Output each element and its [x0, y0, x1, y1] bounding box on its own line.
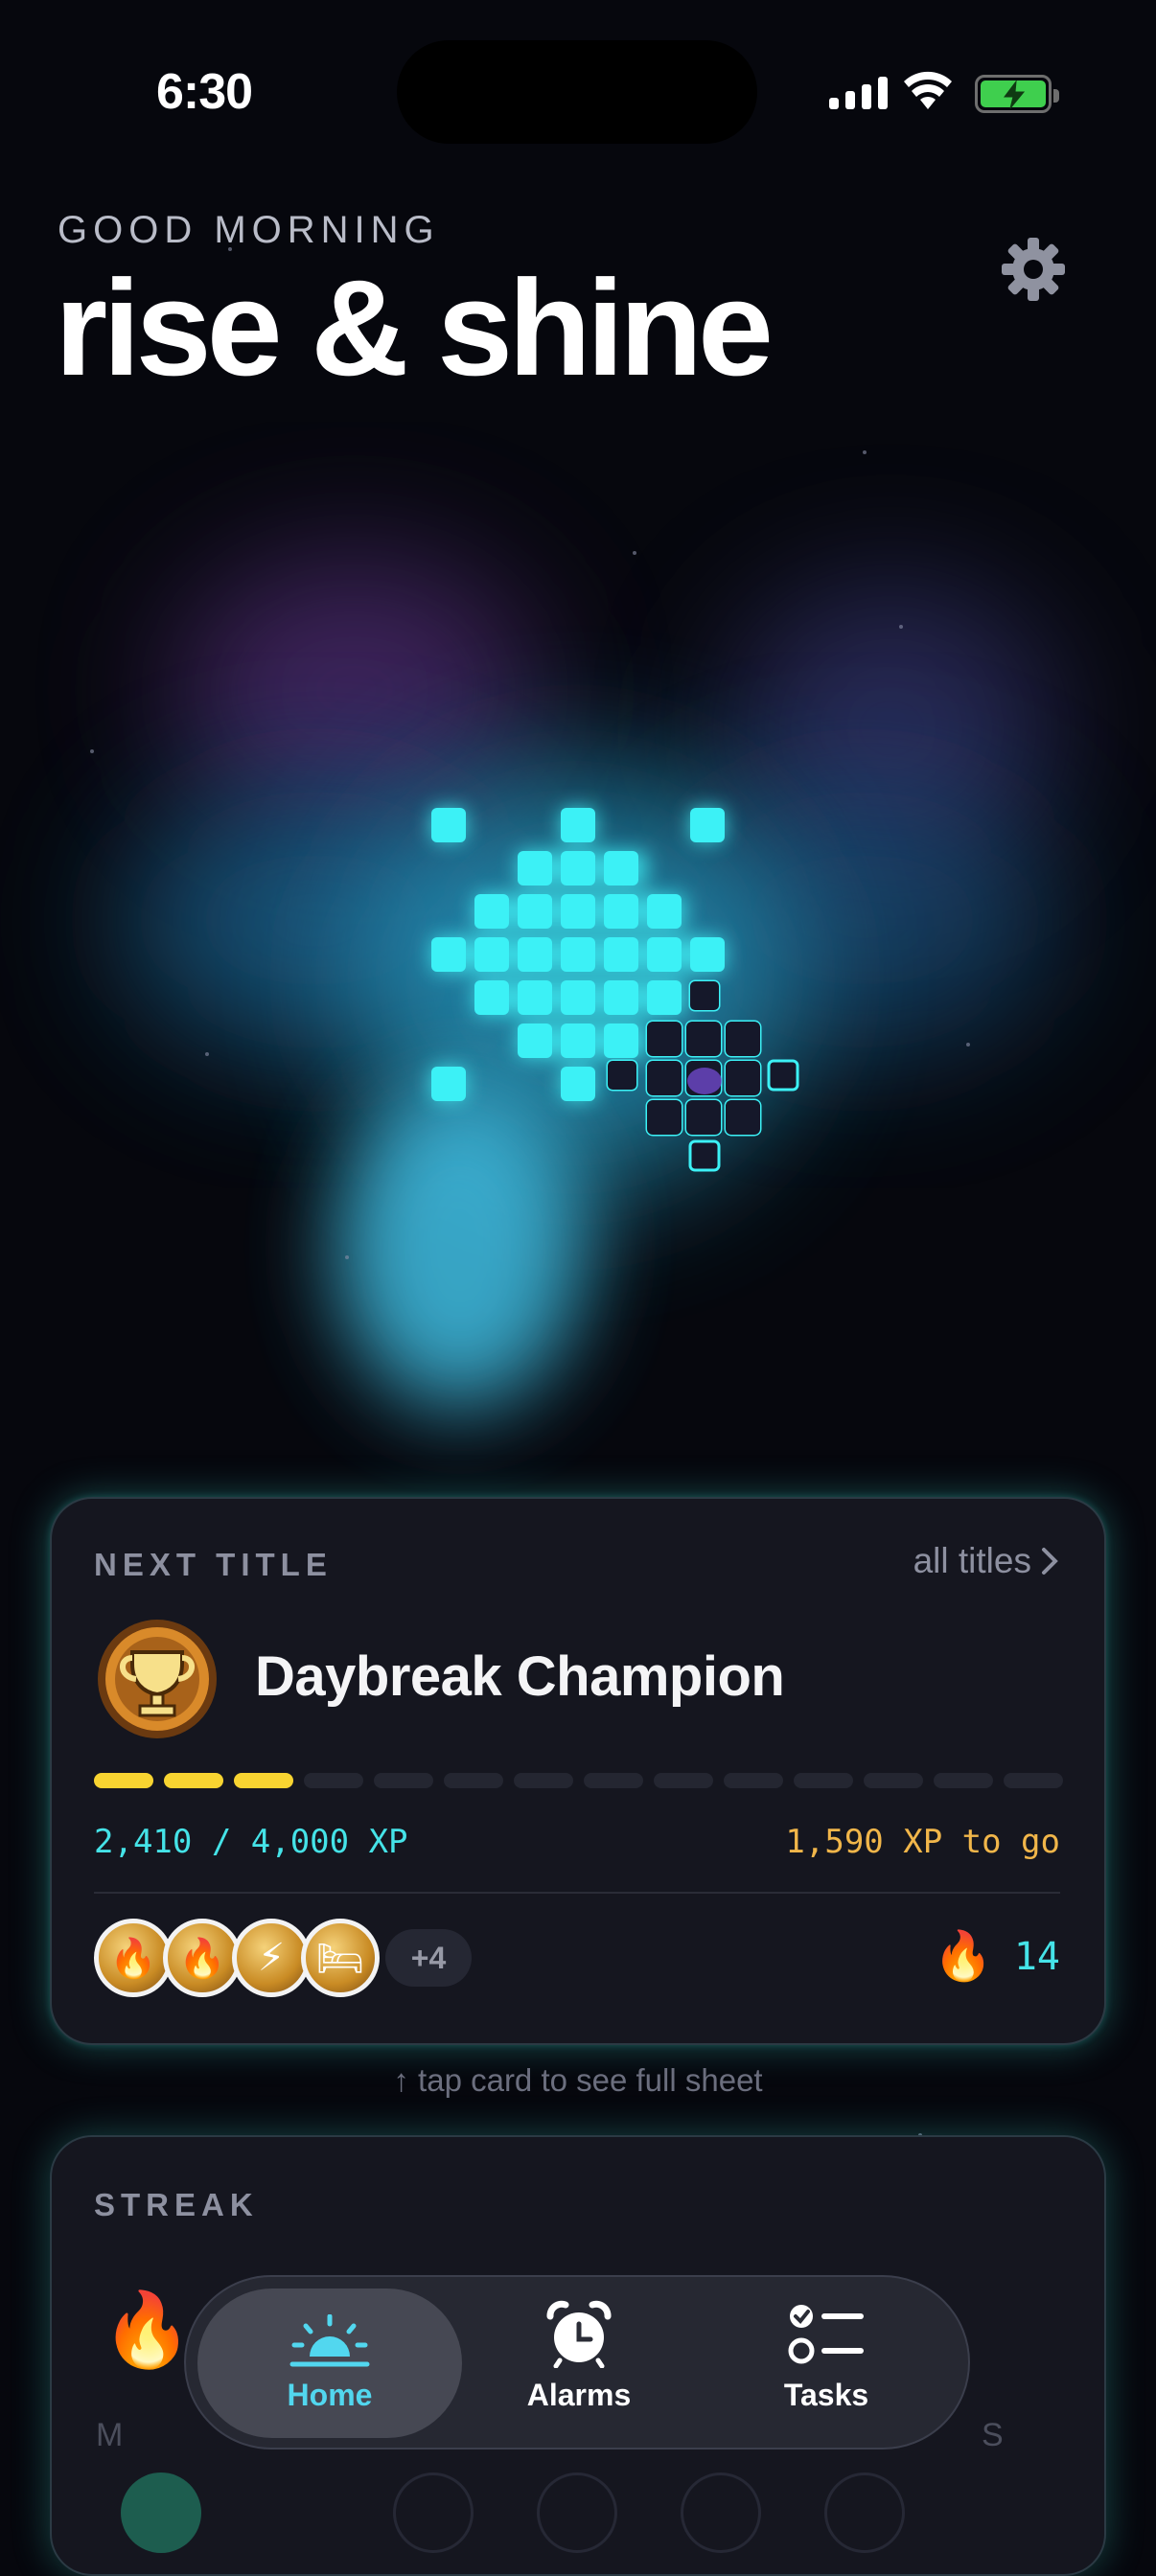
tab-label: Tasks [783, 2378, 869, 2412]
progress-segment [94, 1773, 153, 1788]
xp-remaining-text: 1,590 XP to go [785, 1823, 1060, 1861]
flame-icon: 🔥 [102, 2289, 193, 2371]
xp-progress-bar [94, 1773, 1063, 1788]
tab-home[interactable]: Home [197, 2288, 462, 2438]
progress-segment [1004, 1773, 1063, 1788]
bed-badge-icon: 🛏 [301, 1919, 380, 1997]
fire-badge-icon: 🔥 [94, 1919, 173, 1997]
day-label-sunday: S [982, 2417, 1004, 2453]
card-label: STREAK [94, 2187, 259, 2222]
flame-icon: 🔥 [933, 1929, 993, 1983]
alarm-clock-icon [546, 2300, 612, 2368]
day-label-monday: M [96, 2417, 124, 2453]
progress-segment [304, 1773, 363, 1788]
progress-segment [234, 1773, 293, 1788]
progress-segment [444, 1773, 503, 1788]
tap-hint: ↑ tap card to see full sheet [393, 2062, 763, 2098]
progress-segment [374, 1773, 433, 1788]
tab-label: Home [287, 2378, 373, 2412]
mascot-pixel-creature[interactable] [0, 0, 1156, 1246]
badge-row[interactable]: 🔥 🔥 ⚡ 🛏 +4 [94, 1919, 472, 1997]
card-label: NEXT TITLE [94, 1547, 333, 1582]
star [345, 1255, 349, 1259]
day-ring [537, 2472, 617, 2553]
tab-alarms[interactable]: Alarms [447, 2288, 711, 2438]
all-titles-link[interactable]: all titles [913, 1541, 1058, 1581]
day-ring [824, 2472, 905, 2553]
checklist-icon [788, 2305, 864, 2364]
progress-segment [864, 1773, 923, 1788]
day-complete-check-icon [121, 2472, 201, 2553]
xp-progress-text: 2,410 / 4,000 XP [94, 1823, 408, 1861]
progress-segment [514, 1773, 573, 1788]
streak-counter: 🔥 14 [934, 1928, 1060, 1985]
all-titles-label: all titles [913, 1541, 1031, 1580]
lightning-badge-icon: ⚡ [232, 1919, 311, 1997]
trophy-icon [98, 1620, 217, 1738]
streak-count: 14 [1013, 1934, 1060, 1979]
tab-tasks[interactable]: Tasks [694, 2288, 959, 2438]
more-badges-count: +4 [385, 1929, 472, 1987]
next-title-name: Daybreak Champion [255, 1645, 785, 1708]
next-title-card[interactable]: NEXT TITLE all titles Daybreak Champion … [50, 1497, 1106, 2045]
tab-bar: Home Alarms Tasks [184, 2275, 970, 2450]
flame-badge-icon: 🔥 [163, 1919, 242, 1997]
tab-label: Alarms [526, 2378, 632, 2412]
chevron-right-icon [1042, 1548, 1058, 1575]
day-ring [681, 2472, 761, 2553]
progress-segment [794, 1773, 853, 1788]
progress-segment [654, 1773, 713, 1788]
progress-segment [164, 1773, 223, 1788]
divider [94, 1892, 1060, 1894]
progress-segment [584, 1773, 643, 1788]
progress-segment [724, 1773, 783, 1788]
day-ring [393, 2472, 474, 2553]
progress-segment [934, 1773, 993, 1788]
sunrise-icon [289, 2314, 370, 2367]
